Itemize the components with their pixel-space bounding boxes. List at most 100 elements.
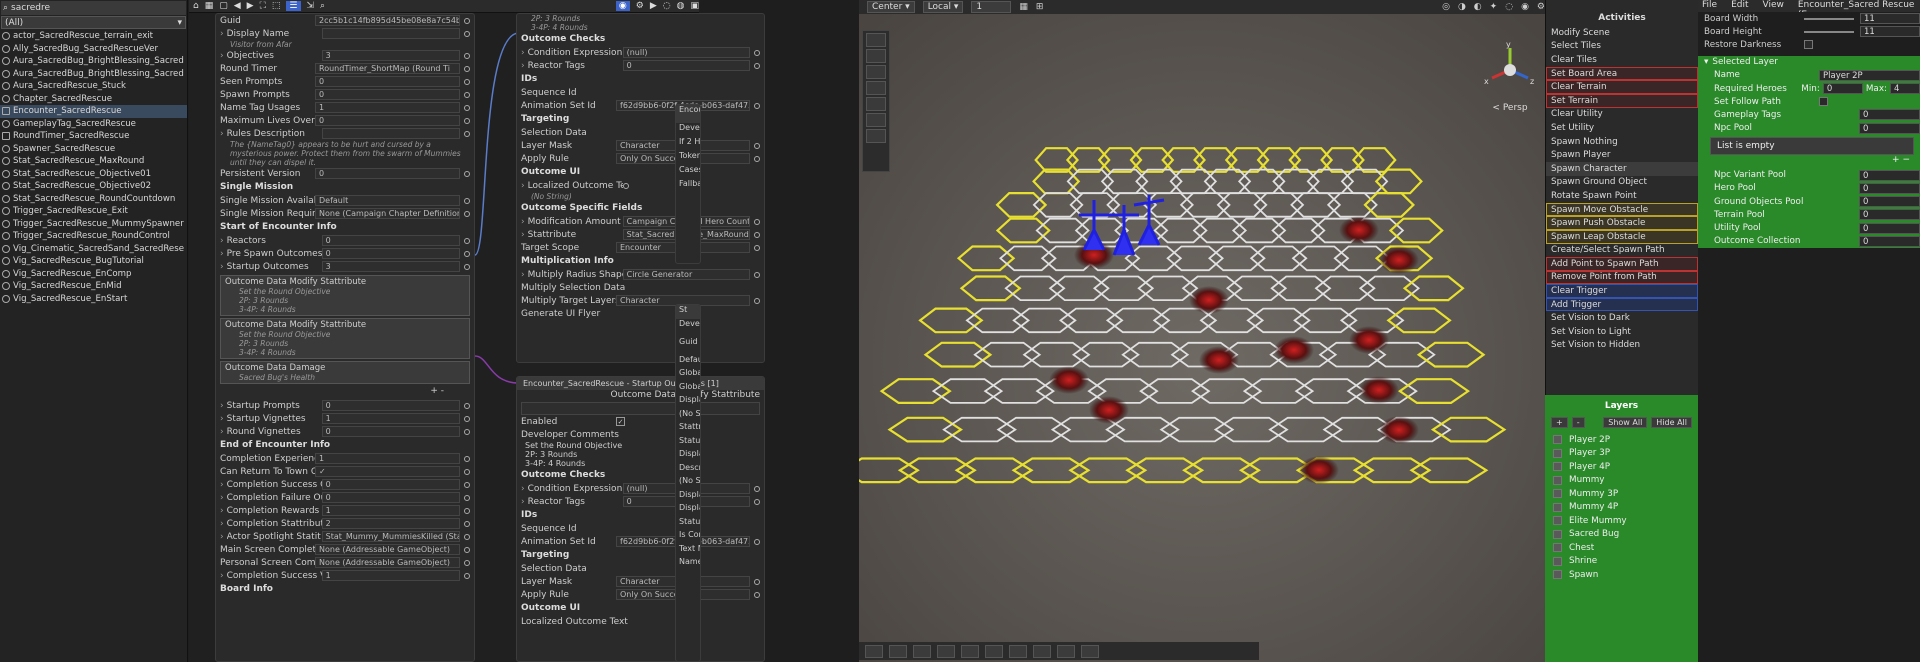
brush-icon[interactable] [913, 644, 931, 658]
chevron-right-icon[interactable]: › [521, 497, 525, 507]
chevron-right-icon[interactable]: › [220, 493, 224, 503]
chevron-right-icon[interactable]: › [521, 230, 525, 240]
hierarchy-item[interactable]: RoundTimer_SacredRescue [0, 130, 187, 143]
chevron-right-icon[interactable]: › [220, 249, 224, 259]
grid-snap-icon[interactable]: ▦ [1019, 2, 1028, 12]
property-value[interactable]: Default [315, 195, 460, 206]
port-icon[interactable] [754, 538, 760, 545]
activity-button[interactable]: Create/Select Spawn Path [1546, 244, 1698, 258]
port-icon[interactable] [464, 494, 470, 501]
port-icon[interactable] [754, 578, 760, 585]
chevron-right-icon[interactable]: › [220, 51, 224, 61]
hierarchy-filter-dropdown[interactable]: (All) ▾ [1, 16, 186, 29]
port-icon[interactable] [464, 546, 470, 553]
activity-button[interactable]: Add Trigger [1546, 297, 1698, 312]
hierarchy-item[interactable]: Vig_SacredRescue_EnComp [0, 268, 187, 281]
fit-icon[interactable]: ⛶ [260, 1, 266, 11]
port-icon[interactable] [464, 559, 470, 566]
port-icon[interactable] [464, 170, 470, 177]
min-heroes-field[interactable]: 0 [1822, 83, 1863, 95]
property-value[interactable]: 3 [321, 261, 460, 272]
enemy-marker[interactable] [1274, 336, 1314, 364]
port-icon[interactable] [464, 197, 470, 204]
npc-pool-add-remove[interactable]: + − [1698, 155, 1920, 169]
search-icon[interactable]: ⌕ [320, 1, 325, 11]
inspector-value[interactable]: 0 [1859, 235, 1920, 247]
rect-tool-icon[interactable] [866, 97, 886, 111]
hierarchy-item[interactable]: Aura_SacredBug_BrightBlessing_Sacred [0, 55, 187, 68]
hand-tool-icon[interactable] [866, 33, 886, 47]
port-icon[interactable] [754, 485, 760, 492]
property-value[interactable]: RoundTimer_ShortMap (Round Ti [315, 63, 460, 74]
port-icon[interactable] [464, 415, 470, 422]
list-icon[interactable]: ☰ [286, 1, 301, 11]
chevron-right-icon[interactable]: › [521, 217, 525, 227]
hide-all-button[interactable]: Hide All [1651, 416, 1692, 428]
property-value[interactable]: None (Addressable GameObject) [315, 557, 460, 568]
activity-button[interactable]: Clear Trigger [1546, 284, 1698, 298]
restore-darkness-checkbox[interactable] [1804, 40, 1813, 50]
chevron-right-icon[interactable]: › [220, 236, 224, 246]
enemy-marker[interactable] [1049, 366, 1089, 394]
scale-tool-icon[interactable] [866, 81, 886, 95]
layer-item[interactable]: Shrine [1545, 555, 1698, 569]
hierarchy-item[interactable]: Vig_Cinematic_SacredSand_SacredRese [0, 243, 187, 256]
menu-file[interactable]: File [1702, 0, 1717, 12]
property-value[interactable]: 0 [315, 89, 460, 100]
layer-name-field[interactable]: Player 2P [1819, 69, 1920, 81]
property-value[interactable]: 0 [321, 492, 460, 503]
hidden-icon[interactable]: ◌ [1505, 2, 1513, 12]
property-value[interactable]: Circle Generator [622, 269, 750, 280]
activity-button[interactable]: Spawn Ground Object [1546, 176, 1698, 190]
layer-item[interactable]: Player 2P [1545, 433, 1698, 447]
snap-icon[interactable]: ⊞ [1036, 2, 1044, 12]
space-dropdown[interactable]: Local ▾ [922, 1, 964, 13]
board-value[interactable]: 11 [1860, 13, 1920, 25]
grid-icon[interactable]: ▦ [205, 1, 214, 11]
port-icon[interactable] [464, 104, 470, 111]
hierarchy-item[interactable]: Ally_SacredBug_SacredRescueVer [0, 43, 187, 56]
hierarchy-item[interactable]: Chapter_SacredRescue [0, 93, 187, 106]
port-icon[interactable] [464, 572, 470, 579]
activity-button[interactable]: Modify Scene [1546, 26, 1698, 40]
port-icon[interactable] [464, 17, 470, 24]
rotate-tool-icon[interactable] [866, 65, 886, 79]
hierarchy-item[interactable]: Trigger_SacredRescue_RoundControl [0, 230, 187, 243]
selection-data-row[interactable]: Selection Data [517, 562, 764, 575]
home-icon[interactable]: ⌂ [193, 1, 199, 11]
max-heroes-field[interactable]: 4 [1890, 83, 1920, 95]
port-icon[interactable] [464, 402, 470, 409]
globe-icon[interactable]: ◎ [1442, 2, 1450, 12]
forward-icon[interactable]: ▶ [650, 1, 657, 11]
port-icon[interactable] [754, 498, 760, 505]
chevron-right-icon[interactable]: › [220, 571, 224, 581]
property-value[interactable]: (null) [622, 47, 750, 58]
menu-edit[interactable]: Edit [1731, 0, 1748, 12]
chevron-right-icon[interactable]: › [521, 484, 525, 494]
activity-button[interactable]: Set Vision to Dark [1546, 311, 1698, 325]
hierarchy-item[interactable]: Aura_SacredRescue_Stuck [0, 80, 187, 93]
activity-button[interactable]: Set Terrain [1546, 93, 1698, 108]
layer-item[interactable]: Chest [1545, 541, 1698, 555]
layer-item[interactable]: Mummy 4P [1545, 501, 1698, 515]
property-value[interactable]: 1 [321, 505, 460, 516]
inspector-value[interactable]: 0 [1859, 196, 1920, 208]
port-icon[interactable] [464, 65, 470, 72]
port-icon[interactable] [754, 297, 760, 304]
snap-input[interactable]: 1 [971, 1, 1012, 13]
move-icon[interactable] [889, 644, 907, 658]
chevron-right-icon[interactable]: › [220, 532, 224, 542]
port-icon[interactable] [464, 237, 470, 244]
activity-button[interactable]: Spawn Character [1546, 161, 1698, 176]
activity-button[interactable]: Clear Terrain [1546, 80, 1698, 94]
chevron-right-icon[interactable]: › [220, 129, 224, 139]
custom-tool-icon[interactable] [866, 129, 886, 143]
hierarchy-item[interactable]: Aura_SacredBug_BrightBlessing_Sacred [0, 68, 187, 81]
property-value[interactable]: 3 [321, 50, 460, 61]
board-slider[interactable] [1804, 17, 1854, 20]
pan-icon[interactable] [1057, 644, 1075, 658]
orientation-gizmo[interactable]: y x z < Persp [1480, 40, 1540, 113]
hierarchy-item[interactable]: Stat_SacredRescue_Objective02 [0, 180, 187, 193]
property-value[interactable] [321, 28, 460, 39]
inspector-value[interactable]: 0 [1859, 169, 1920, 181]
